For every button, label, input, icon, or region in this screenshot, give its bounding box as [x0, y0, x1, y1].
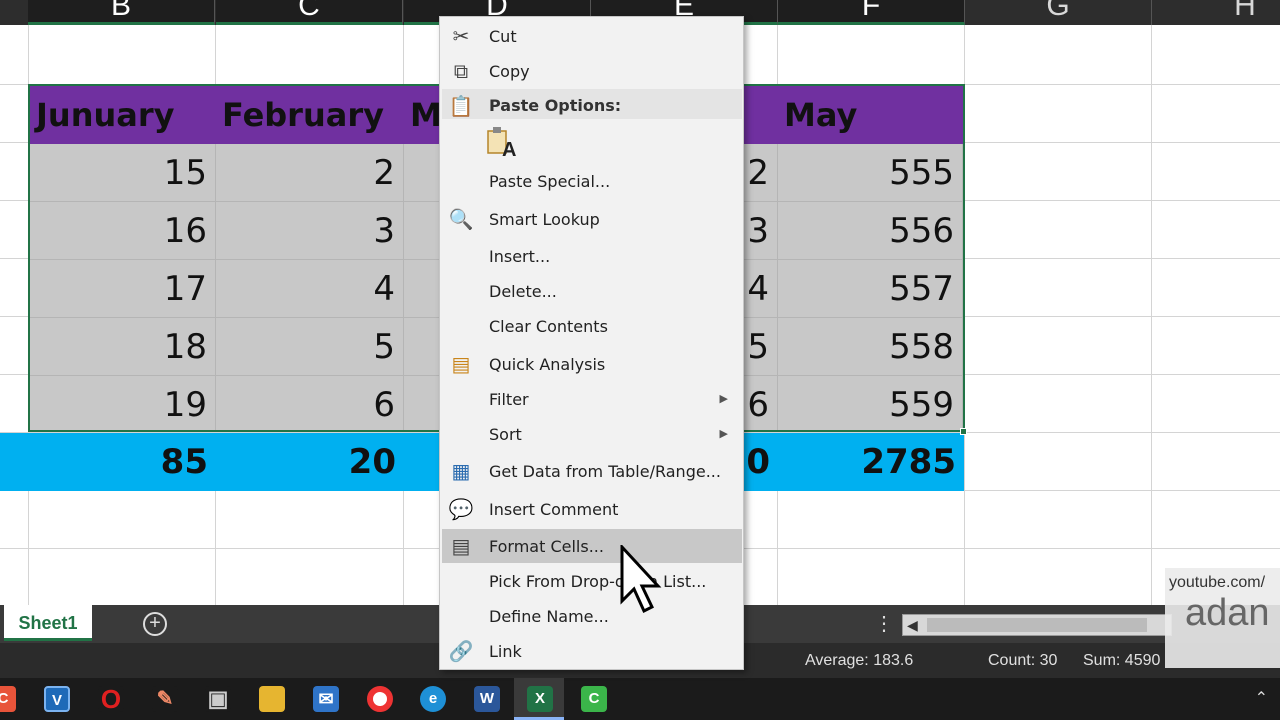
folder-icon[interactable]: [259, 686, 285, 712]
search-icon: 🔍: [448, 207, 474, 231]
horizontal-scrollbar[interactable]: ◀: [902, 614, 1172, 636]
paint-icon[interactable]: ✎: [152, 686, 178, 712]
menu-item-sort[interactable]: Sort ▶: [442, 417, 742, 451]
sheet-tab-sheet1[interactable]: Sheet1: [4, 605, 92, 641]
menu-item-copy[interactable]: ⧉ Copy: [442, 54, 742, 88]
fill-handle[interactable]: [960, 428, 967, 435]
menu-item-filter[interactable]: Filter ▶: [442, 382, 742, 416]
total-cell[interactable]: 20: [216, 433, 404, 491]
column-header-b[interactable]: B: [28, 0, 215, 25]
menu-item-insert-comment[interactable]: 💬 Insert Comment: [442, 492, 742, 526]
menu-item-smart-lookup[interactable]: 🔍 Smart Lookup: [442, 202, 742, 236]
total-cell[interactable]: 85: [0, 433, 216, 491]
svg-text:A: A: [502, 139, 516, 159]
scroll-left-icon[interactable]: ◀: [907, 617, 918, 634]
menu-section-paste-options: 📋 Paste Options:: [442, 89, 742, 119]
menu-item-get-data[interactable]: ▦ Get Data from Table/Range...: [442, 454, 742, 488]
data-cell[interactable]: 2: [216, 144, 404, 202]
chevron-up-icon[interactable]: ⌃: [1255, 688, 1268, 708]
menu-item-cut[interactable]: ✂ Cut: [442, 19, 742, 53]
data-cell[interactable]: 558: [778, 318, 963, 376]
channel-watermark: youtube.com/ adan: [1165, 568, 1280, 668]
header-cell-may[interactable]: May: [778, 86, 963, 144]
menu-item-clear-contents[interactable]: Clear Contents: [442, 309, 742, 343]
column-header-g[interactable]: G: [965, 0, 1152, 25]
menu-item-insert[interactable]: Insert...: [442, 239, 742, 273]
edge-icon[interactable]: e: [420, 686, 446, 712]
mouse-cursor-icon: [620, 545, 662, 614]
copy-icon: ⧉: [453, 59, 469, 83]
header-cell-january[interactable]: Junuary: [30, 86, 216, 144]
data-cell[interactable]: 15: [30, 144, 216, 202]
mail-icon[interactable]: ✉: [313, 686, 339, 712]
status-average: Average: 183.6: [805, 652, 914, 669]
status-count: Count: 30: [988, 652, 1058, 669]
v-icon[interactable]: V: [44, 686, 70, 712]
app-c-icon[interactable]: C: [0, 686, 16, 712]
column-header-f[interactable]: F: [778, 0, 965, 25]
data-cell[interactable]: 3: [216, 202, 404, 260]
quick-analysis-icon: ▤: [451, 352, 471, 376]
submenu-arrow-icon: ▶: [719, 392, 728, 405]
data-cell[interactable]: 6: [216, 376, 404, 432]
data-cell[interactable]: 16: [30, 202, 216, 260]
data-cell[interactable]: 19: [30, 376, 216, 432]
store-icon[interactable]: ▣: [205, 686, 231, 712]
chrome-icon[interactable]: [367, 686, 393, 712]
menu-item-format-cells[interactable]: ▤ Format Cells...: [442, 529, 742, 563]
format-cells-icon: ▤: [451, 534, 471, 558]
plus-circle-icon[interactable]: +: [143, 612, 167, 636]
windows-taskbar: C V O ✎ ▣ ✉ e W X C ⌃: [0, 678, 1280, 720]
data-cell[interactable]: 17: [30, 260, 216, 318]
data-cell[interactable]: 557: [778, 260, 963, 318]
data-cell[interactable]: 555: [778, 144, 963, 202]
menu-item-delete[interactable]: Delete...: [442, 274, 742, 308]
watermark-line1: youtube.com/: [1169, 574, 1266, 591]
scissors-icon: ✂: [452, 24, 470, 48]
data-cell[interactable]: 559: [778, 376, 963, 432]
scrollbar-thumb[interactable]: [927, 618, 1147, 632]
watermark-line2: adan: [1185, 592, 1270, 634]
data-cell[interactable]: 5: [216, 318, 404, 376]
opera-icon[interactable]: O: [98, 686, 124, 712]
menu-item-paste-special[interactable]: Paste Special...: [442, 164, 742, 198]
excel-icon[interactable]: X: [527, 686, 553, 712]
table-icon: ▦: [451, 459, 471, 483]
menu-item-pick-from-dropdown[interactable]: Pick From Drop-down List...: [442, 564, 742, 598]
word-icon[interactable]: W: [474, 686, 500, 712]
menu-item-define-name[interactable]: Define Name...: [442, 599, 742, 633]
comment-icon: 💬: [448, 497, 474, 521]
context-menu: ✂ Cut ⧉ Copy 📋 Paste Options: Paste Spec…: [439, 16, 744, 670]
data-cell[interactable]: 4: [216, 260, 404, 318]
camtasia-icon[interactable]: C: [581, 686, 607, 712]
link-icon: 🔗: [448, 639, 474, 663]
menu-item-link[interactable]: 🔗 Link: [442, 634, 742, 668]
total-cell[interactable]: 2785: [778, 433, 964, 491]
data-cell[interactable]: 556: [778, 202, 963, 260]
submenu-arrow-icon: ▶: [719, 427, 728, 440]
more-options-icon[interactable]: ⋮: [874, 611, 894, 636]
column-header-h[interactable]: H: [1152, 0, 1280, 25]
paste-keep-text-icon[interactable]: A: [486, 125, 518, 159]
clipboard-icon: 📋: [448, 94, 474, 118]
column-header-c[interactable]: C: [216, 0, 403, 25]
status-sum: Sum: 4590: [1083, 652, 1161, 669]
data-cell[interactable]: 18: [30, 318, 216, 376]
menu-item-quick-analysis[interactable]: ▤ Quick Analysis: [442, 347, 742, 381]
header-cell-february[interactable]: February: [216, 86, 404, 144]
